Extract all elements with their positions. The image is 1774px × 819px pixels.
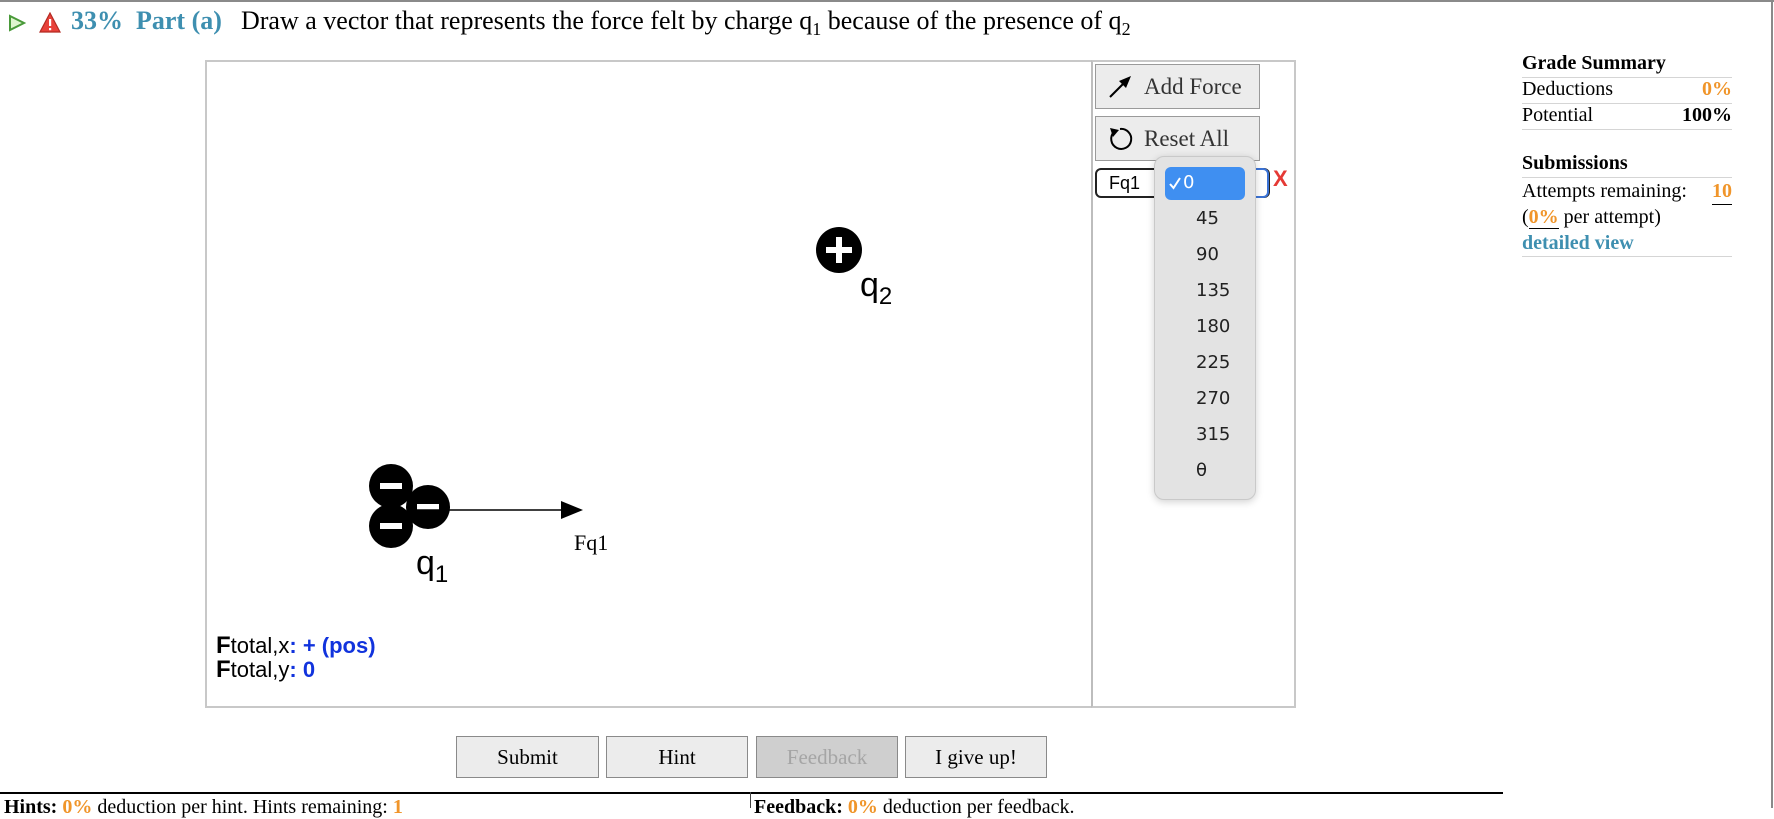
angle-option-315[interactable]: 315 [1155,417,1255,453]
deductions-row: Deductions 0% [1522,78,1732,104]
feedback-text: deduction per feedback. [877,796,1075,818]
prompt-sub-1: 1 [812,19,822,40]
angle-option-label: 225 [1196,352,1231,373]
potential-row: Potential 100% [1522,104,1732,130]
feedback-value: 0% [847,796,878,818]
attempts-label: Attempts remaining: [1522,180,1687,202]
arrow-icon [1109,75,1131,98]
add-force-button[interactable]: Add Force [1095,64,1260,109]
grade-summary-panel: Grade Summary Deductions 0% Potential 10… [1522,52,1732,257]
reset-icon [1110,127,1133,150]
window-right-edge [1771,0,1773,808]
angle-option-0[interactable]: 0 [1155,165,1255,201]
feedback-label: Feedback: [754,796,843,818]
ftotal-x-sub: total,x [230,633,290,658]
attempts-value: 10 [1712,178,1732,205]
reset-all-button[interactable]: Reset All [1095,116,1260,161]
angle-option-label: 315 [1196,424,1231,445]
angle-option-label: 270 [1196,388,1231,409]
prompt-text: Draw a vector that represents the force … [241,6,813,35]
q1-label: q1 [416,544,448,589]
ftotal-x-value: : + (pos) [289,633,376,658]
remove-force-button[interactable]: X [1273,166,1288,192]
angle-option-225[interactable]: 225 [1155,345,1255,381]
collapse-triangle-icon[interactable] [8,14,26,32]
angle-option-135[interactable]: 135 [1155,273,1255,309]
submissions-title: Submissions [1522,152,1732,178]
checkmark-icon [1169,177,1181,190]
part-score: 33% [71,6,123,35]
feedback-button: Feedback [756,736,898,778]
ftotal-y-readout: Ftotal,y: 0 [216,656,315,684]
q2-label-sub: 2 [878,282,893,310]
footer-column-divider [750,792,751,808]
angle-option-label: 45 [1196,208,1219,229]
window-top-edge [0,0,1774,2]
question-prompt: Draw a vector that represents the force … [241,6,1131,40]
deductions-label: Deductions [1522,78,1614,100]
angle-option-180[interactable]: 180 [1155,309,1255,345]
angle-option-270[interactable]: 270 [1155,381,1255,417]
angle-option-theta[interactable]: θ [1155,453,1255,489]
q2-charge-icon[interactable] [816,227,862,273]
vector-label-fq1: Fq1 [574,530,609,555]
q1-label-text: q [416,544,435,582]
prompt-sub-2: 2 [1121,19,1131,40]
angle-option-label: 135 [1196,280,1231,301]
per-attempt-open: ( [1522,206,1529,228]
hints-label: Hints: [4,796,58,818]
warning-icon [39,12,61,33]
potential-label: Potential [1522,104,1594,126]
ftotal-y-symbol: F [216,656,231,683]
ftotal-y-value: : 0 [289,657,316,682]
angle-dropdown-menu: 0 45 90 135 180 225 270 315 θ [1154,156,1256,500]
give-up-button[interactable]: I give up! [905,736,1047,778]
q2-label: q2 [860,266,892,311]
potential-value: 100% [1682,104,1732,126]
per-attempt-value: 0% [1528,206,1559,229]
footer-divider [0,792,1503,794]
hint-button[interactable]: Hint [606,736,748,778]
angle-option-45[interactable]: 45 [1155,201,1255,237]
reset-all-label: Reset All [1144,125,1229,151]
grade-summary-title: Grade Summary [1522,52,1732,78]
add-force-label: Add Force [1144,73,1242,99]
ftotal-y-sub: total,y [230,657,290,682]
q1-label-sub: 1 [434,560,449,588]
deductions-value: 0% [1702,78,1732,100]
q1-charge-icon[interactable] [369,464,450,548]
detailed-view-link[interactable]: detailed view [1522,232,1634,254]
hints-text: deduction per hint. Hints remaining: [92,796,388,818]
submit-button[interactable]: Submit [456,736,599,778]
force-drawing-canvas[interactable]: q2 q1 Ftotal,x: + (pos) Ftotal,y: 0 [205,60,1093,708]
angle-option-label: 90 [1196,244,1219,265]
part-label: Part (a) [136,6,222,35]
hints-value: 0% [62,796,93,818]
angle-option-90[interactable]: 90 [1155,237,1255,273]
per-attempt-label: per attempt) [1558,206,1661,228]
q2-label-text: q [860,266,879,304]
angle-option-label: 180 [1196,316,1231,337]
hints-remaining: 1 [392,796,403,818]
ftotal-x-symbol: F [216,632,231,659]
angle-option-label: 0 [1183,172,1195,193]
canvas-drawing [369,227,862,548]
prompt-text-mid: because of the presence of q [821,6,1122,35]
angle-option-label: θ [1196,460,1208,481]
submissions-info: Attempts remaining: 10 (0% per attempt) … [1522,178,1732,257]
